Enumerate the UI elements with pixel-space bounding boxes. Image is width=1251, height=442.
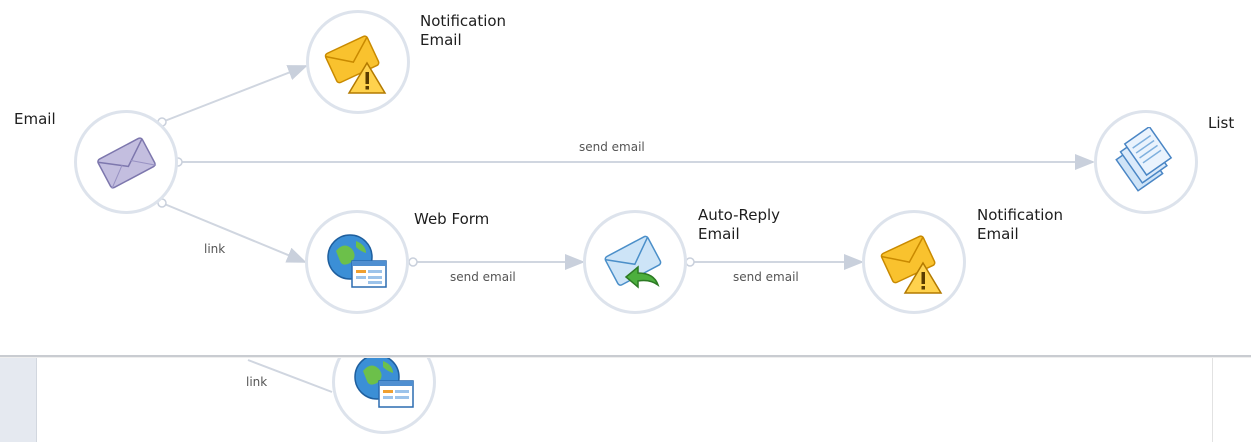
node-label-email: Email [14,110,56,128]
edge-email-webform[interactable] [161,202,307,263]
node-web-form[interactable] [305,210,409,314]
node-label-web-form: Web Form [414,210,490,228]
right-gutter [1212,358,1251,442]
edge-email-notification[interactable] [161,65,308,123]
reply-envelope-icon [604,235,662,289]
node-label-auto-reply: Auto-Reply Email [698,206,781,243]
warning-envelope-icon [880,235,943,294]
node-list[interactable] [1094,110,1198,214]
node-label-list: List [1208,114,1235,132]
lower-connector-lines [247,359,333,393]
warning-envelope-icon [324,35,387,94]
lower-workflow-panel[interactable]: link [0,358,1251,442]
node-label-notification-top: Notification Email [420,12,507,49]
node-label-notification-bottom: Notification Email [977,206,1064,243]
documents-icon [1115,127,1173,192]
edge-label-email-list: send email [579,140,645,154]
web-form-icon [354,358,414,408]
node-notification-top[interactable] [306,10,410,114]
node-notification-bottom[interactable] [862,210,966,314]
node-email[interactable] [74,110,178,214]
edge-label-autoreply-notification: send email [733,270,799,284]
node-auto-reply[interactable] [583,210,687,314]
edge-label-lower-link: link [246,375,268,389]
web-form-icon [327,234,387,288]
workflow-canvas[interactable]: Email Notification Email List Web Form A… [0,0,1251,355]
envelope-icon [97,137,157,189]
edge-label-webform-autoreply: send email [450,270,516,284]
edge-label-email-webform: link [204,242,226,256]
